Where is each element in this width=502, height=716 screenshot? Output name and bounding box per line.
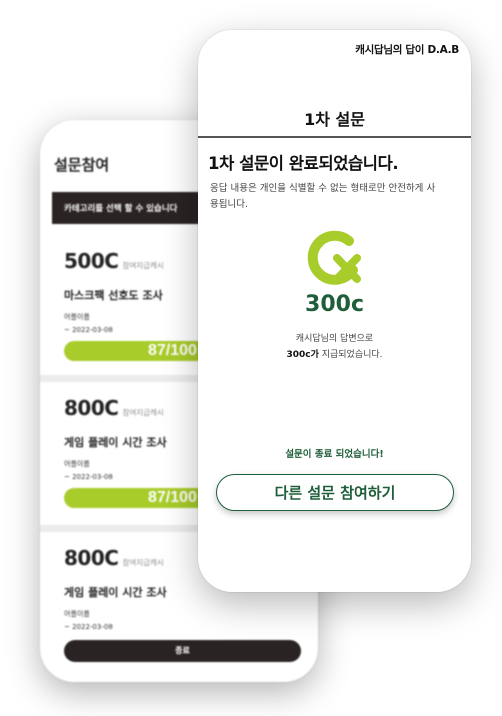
reward-note-line1: 캐시답님의 답변으로 — [295, 334, 374, 344]
reward-amount: 500C — [64, 249, 119, 273]
reward-note-line2-wrap: 300c가 지급되었습니다. — [198, 347, 471, 363]
progress-label: 87/100 — [148, 489, 197, 506]
progress-label: 87/100 — [148, 342, 197, 359]
reward-amount: 800C — [64, 546, 119, 570]
reward-note: 캐시답님의 답변으로 300c가 지급되었습니다. — [198, 331, 471, 363]
privacy-description: 응답 내용은 개인을 식별할 수 없는 형태로만 안전하게 사용됩니다. — [210, 183, 436, 210]
brand-label: 캐시답님의 답이 D.A.B — [355, 44, 459, 56]
cash-c-logo-icon — [307, 230, 361, 285]
pay-label: 참여지급캐시 — [122, 261, 164, 270]
header-title: 1차 설문 — [304, 110, 365, 129]
reward-note-amount: 300c가 — [286, 350, 319, 360]
pay-label: 참여지급캐시 — [122, 408, 164, 417]
reward-amount: 800C — [64, 396, 119, 420]
reward-amount: 300c — [305, 292, 364, 317]
front-phone-screen: 캐시답님의 답이 D.A.B 1차 설문 1차 설문이 완료되었습니다. 응답 … — [198, 30, 471, 592]
ended-button[interactable]: 종료 — [64, 640, 301, 662]
company-name: 어플이름 — [64, 610, 90, 618]
page-title: 설문참여 — [54, 156, 110, 174]
completion-heading: 1차 설문이 완료되었습니다. — [208, 154, 399, 173]
survey-meta: 어플이름 ~ 2022-03-08 — [64, 608, 318, 634]
survey-date: ~ 2022-03-08 — [64, 623, 113, 631]
survey-done-message: 설문이 종료 되었습니다! — [285, 449, 384, 460]
pay-label: 참여지급캐시 — [122, 558, 164, 567]
header-bar: 1차 설문 — [198, 66, 471, 138]
reward-note-line2: 지급되었습니다. — [318, 350, 383, 360]
join-other-survey-button[interactable]: 다른 설문 참여하기 — [216, 474, 454, 511]
